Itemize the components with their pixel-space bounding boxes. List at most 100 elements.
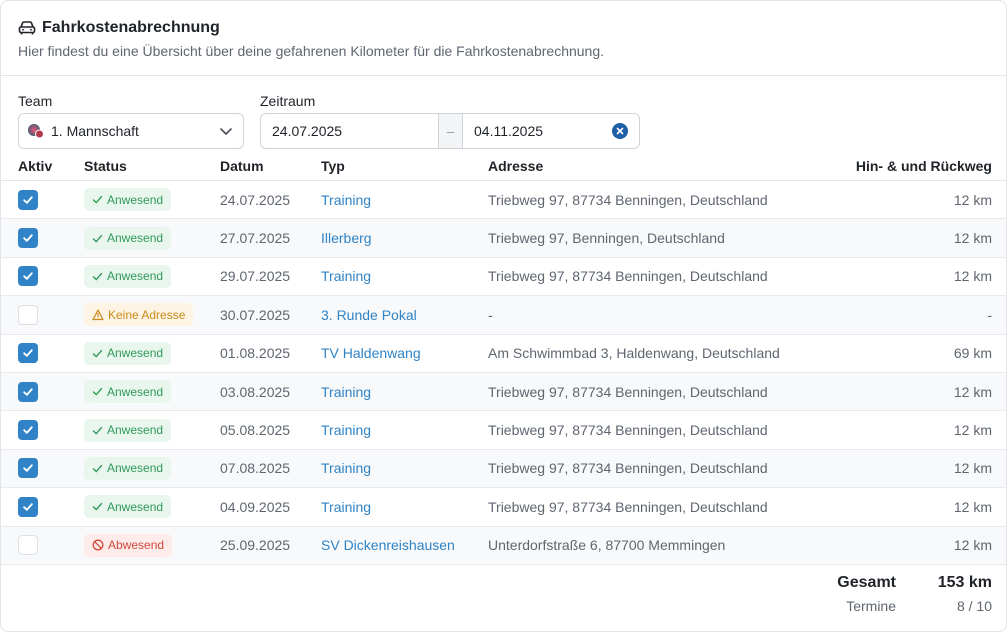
status-badge: Anwesend: [84, 380, 172, 404]
status-badge: Anwesend: [84, 418, 172, 442]
period-filter: Zeitraum 24.07.2025 – 04.11.2025: [260, 93, 640, 149]
status-badge-label: Anwesend: [107, 423, 164, 438]
header-status: Status: [84, 157, 127, 174]
date-range-picker: 24.07.2025 – 04.11.2025: [260, 113, 640, 149]
row-status-cell: Anwesend: [84, 418, 172, 442]
header-aktiv: Aktiv: [18, 157, 53, 174]
check-icon: [92, 194, 103, 205]
clear-date-icon[interactable]: [612, 123, 628, 139]
row-type-link[interactable]: Training: [321, 460, 371, 476]
row-date: 30.07.2025: [220, 306, 291, 323]
table-row: Anwesend 04.09.2025 Training Triebweg 97, 8…: [1, 488, 1006, 527]
row-active-checkbox[interactable]: [18, 343, 38, 364]
row-distance: 12 km: [953, 383, 992, 400]
row-date: 03.08.2025: [220, 383, 291, 400]
row-distance: 69 km: [953, 345, 992, 362]
total-row: Gesamt 153 km: [776, 574, 992, 592]
row-date: 01.08.2025: [220, 345, 291, 362]
row-type-link[interactable]: Illerberg: [321, 230, 372, 246]
table-row: Anwesend 29.07.2025 Training Triebweg 97, 8…: [1, 258, 1006, 297]
row-address: Triebweg 97, 87734 Benningen, Deutschlan…: [488, 383, 768, 400]
header-datum: Datum: [220, 157, 264, 174]
row-type-link[interactable]: 3. Runde Pokal: [321, 307, 417, 323]
table-row: Anwesend 01.08.2025 TV Haldenwang Am Schwim…: [1, 335, 1006, 373]
row-type-link[interactable]: TV Haldenwang: [321, 345, 421, 361]
table-row: Anwesend 07.08.2025 Training Triebweg 97, 8…: [1, 449, 1006, 489]
checkmark-icon: [22, 424, 34, 436]
row-type-link[interactable]: Training: [321, 192, 371, 208]
header-km: Hin- & und Rückweg: [855, 157, 992, 174]
row-date: 04.09.2025: [220, 498, 291, 515]
checkmark-icon: [22, 386, 34, 398]
team-filter: Team 1. Mannschaft: [18, 93, 244, 149]
row-status-cell: Anwesend: [84, 226, 172, 250]
status-badge-label: Anwesend: [107, 231, 164, 246]
row-distance: 12 km: [953, 230, 992, 247]
row-type-link[interactable]: Training: [321, 268, 371, 284]
row-active-checkbox[interactable]: [18, 381, 38, 402]
checkmark-icon: [22, 501, 34, 513]
row-type-link[interactable]: Training: [321, 384, 371, 400]
row-active-checkbox[interactable]: [18, 266, 38, 287]
period-label: Zeitraum: [260, 93, 316, 109]
warning-icon: [92, 309, 104, 321]
row-address: Triebweg 97, 87734 Benningen, Deutschlan…: [488, 268, 768, 285]
row-active-cell: [18, 420, 38, 441]
row-active-checkbox[interactable]: [18, 304, 38, 325]
title-row: Fahrkostenabrechnung: [18, 19, 989, 37]
chevron-down-icon: [219, 124, 233, 138]
row-distance: 12 km: [953, 268, 992, 285]
row-address: Unterdorfstraße 6, 87700 Memmingen: [488, 537, 726, 554]
row-status-cell: Anwesend: [84, 380, 172, 404]
table-body: Anwesend 24.07.2025 Training Triebweg 97, 8…: [1, 181, 1006, 565]
row-address: Triebweg 97, 87734 Benningen, Deutschlan…: [488, 422, 768, 439]
check-icon: [92, 271, 103, 282]
row-active-checkbox[interactable]: [18, 189, 38, 210]
row-distance: 12 km: [953, 537, 992, 554]
header-typ: Typ: [321, 157, 345, 174]
checkmark-icon: [22, 194, 34, 206]
status-badge: Anwesend: [84, 226, 172, 250]
row-active-checkbox[interactable]: [18, 420, 38, 441]
row-type-link[interactable]: SV Dickenreishausen: [321, 537, 455, 553]
check-icon: [92, 233, 103, 244]
row-date: 27.07.2025: [220, 230, 291, 247]
date-to-input[interactable]: 04.11.2025: [463, 114, 639, 148]
table-row: Anwesend 24.07.2025 Training Triebweg 97, 8…: [1, 181, 1006, 220]
row-active-checkbox[interactable]: [18, 496, 38, 517]
row-distance: -: [987, 306, 992, 323]
check-icon: [92, 501, 103, 512]
row-date: 05.08.2025: [220, 422, 291, 439]
check-icon: [92, 463, 103, 474]
row-date: 25.09.2025: [220, 537, 291, 554]
row-distance: 12 km: [953, 460, 992, 477]
team-select-value: 1. Mannschaft: [51, 123, 139, 139]
row-active-checkbox[interactable]: [18, 458, 38, 479]
date-from-input[interactable]: 24.07.2025: [261, 114, 438, 148]
row-date: 07.08.2025: [220, 460, 291, 477]
status-badge: Anwesend: [84, 188, 172, 212]
table-row: Anwesend 27.07.2025 Illerberg Triebweg 97, …: [1, 219, 1006, 258]
row-address: Triebweg 97, Benningen, Deutschland: [488, 230, 725, 247]
status-badge-label: Anwesend: [107, 192, 164, 207]
row-status-cell: Anwesend: [84, 264, 172, 288]
checkmark-icon: [22, 270, 34, 282]
team-label: Team: [18, 93, 53, 109]
ban-icon: [92, 539, 104, 551]
team-logo-icon: [27, 122, 45, 140]
page-subtitle: Hier findest du eine Übersicht über dein…: [18, 43, 605, 59]
row-status-cell: Anwesend: [84, 495, 172, 519]
row-date: 24.07.2025: [220, 191, 291, 208]
status-badge-label: Anwesend: [107, 346, 164, 361]
status-badge: Anwesend: [84, 456, 172, 480]
row-type-link[interactable]: Training: [321, 499, 371, 515]
row-active-cell: [18, 535, 38, 556]
row-status-cell: Anwesend: [84, 341, 172, 365]
status-badge: Anwesend: [84, 341, 172, 365]
table-row: Anwesend 03.08.2025 Training Triebweg 97, 8…: [1, 372, 1006, 412]
row-active-checkbox[interactable]: [18, 535, 38, 556]
row-type-link[interactable]: Training: [321, 422, 371, 438]
team-select[interactable]: 1. Mannschaft: [18, 113, 244, 149]
row-active-checkbox[interactable]: [18, 228, 38, 249]
row-status-cell: Abwesend: [84, 533, 173, 557]
